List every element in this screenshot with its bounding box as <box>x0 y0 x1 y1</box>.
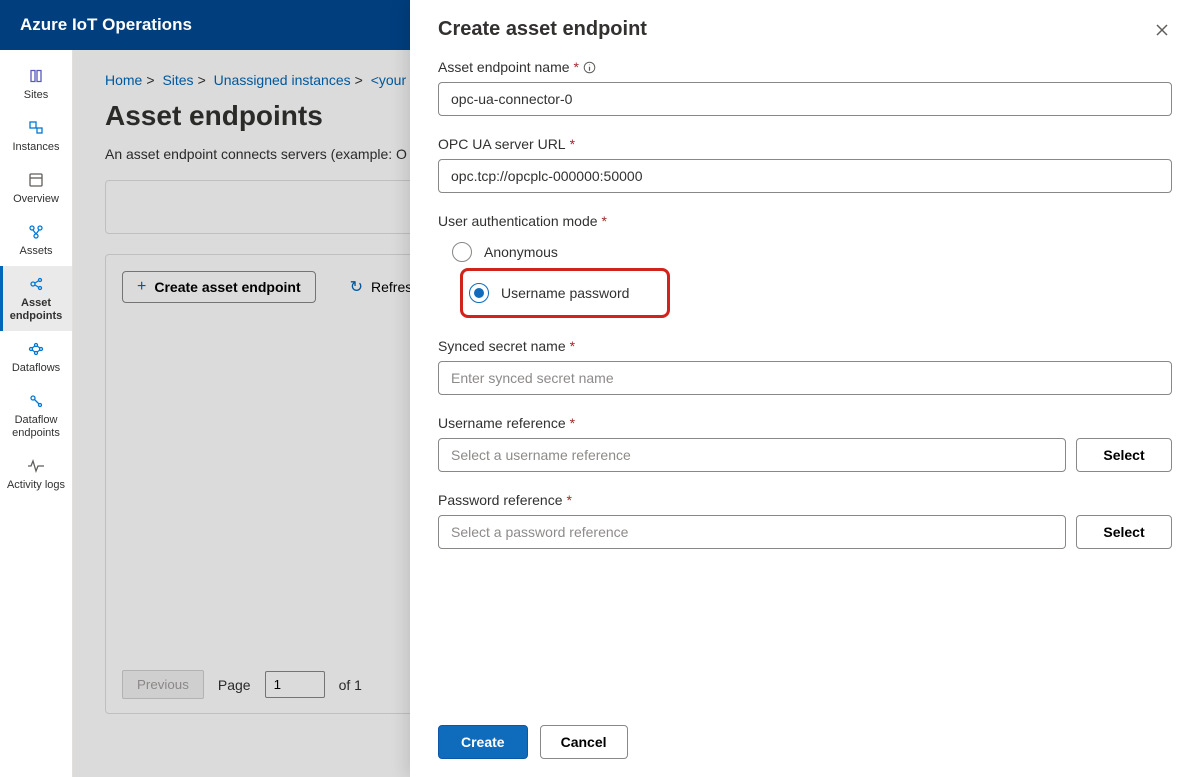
page-label: Page <box>218 677 251 693</box>
sidebar-item-asset-endpoints[interactable]: Asset endpoints <box>0 266 72 331</box>
overview-icon <box>27 171 45 189</box>
page-of-label: of 1 <box>339 677 362 693</box>
secret-name-label: Synced secret name * <box>438 338 1172 354</box>
sidebar-item-overview[interactable]: Overview <box>0 162 72 214</box>
sidebar-item-instances[interactable]: Instances <box>0 110 72 162</box>
auth-mode-group: Anonymous Username password <box>438 236 1172 318</box>
sidebar-item-dataflows[interactable]: Dataflows <box>0 331 72 383</box>
endpoint-name-label: Asset endpoint name * <box>438 59 1172 75</box>
radio-icon <box>469 283 489 303</box>
username-password-highlight: Username password <box>460 268 670 318</box>
auth-mode-username-password[interactable]: Username password <box>463 277 661 309</box>
radio-icon <box>452 242 472 262</box>
left-nav: Sites Instances Overview Assets <box>0 50 73 777</box>
sidebar-item-label: Dataflow endpoints <box>0 414 72 440</box>
secret-name-input[interactable] <box>438 361 1172 395</box>
sidebar-item-dataflow-endpoints[interactable]: Dataflow endpoints <box>0 383 72 448</box>
create-button[interactable]: Create <box>438 725 528 759</box>
sidebar-item-label: Overview <box>13 193 59 206</box>
create-button-label: Create asset endpoint <box>154 279 300 295</box>
server-url-label: OPC UA server URL * <box>438 136 1172 152</box>
endpoint-name-input[interactable] <box>438 82 1172 116</box>
sidebar-item-activity-logs[interactable]: Activity logs <box>0 448 72 500</box>
refresh-icon: ↻ <box>350 277 363 297</box>
breadcrumb-item[interactable]: Unassigned instances <box>214 72 351 88</box>
activity-logs-icon <box>27 457 45 475</box>
cancel-button[interactable]: Cancel <box>540 725 628 759</box>
auth-mode-anonymous[interactable]: Anonymous <box>452 236 1172 268</box>
close-icon[interactable] <box>1152 20 1172 40</box>
panel-footer: Create Cancel <box>410 709 1200 777</box>
sidebar-item-sites[interactable]: Sites <box>0 58 72 110</box>
assets-icon <box>27 223 45 241</box>
sidebar-item-label: Instances <box>12 141 59 154</box>
book-icon <box>27 67 45 85</box>
app-title: Azure IoT Operations <box>20 15 192 35</box>
username-ref-input[interactable] <box>438 438 1066 472</box>
breadcrumb-item[interactable]: Home <box>105 72 142 88</box>
previous-button[interactable]: Previous <box>122 670 204 699</box>
create-asset-endpoint-panel: Create asset endpoint Asset endpoint nam… <box>410 0 1200 777</box>
radio-label: Anonymous <box>484 244 558 260</box>
server-url-input[interactable] <box>438 159 1172 193</box>
auth-mode-label: User authentication mode * <box>438 213 1172 229</box>
username-ref-select-button[interactable]: Select <box>1076 438 1172 472</box>
breadcrumb-item[interactable]: Sites <box>162 72 193 88</box>
sidebar-item-label: Dataflows <box>12 362 60 375</box>
page-number-input[interactable] <box>265 671 325 698</box>
panel-title: Create asset endpoint <box>438 18 647 41</box>
dataflows-icon <box>27 340 45 358</box>
radio-label: Username password <box>501 285 629 301</box>
dataflow-endpoints-icon <box>27 392 45 410</box>
sidebar-item-label: Assets <box>19 245 52 258</box>
info-icon[interactable] <box>583 60 597 74</box>
sidebar-item-label: Sites <box>24 89 48 102</box>
password-ref-label: Password reference * <box>438 492 1172 508</box>
instances-icon <box>27 119 45 137</box>
password-ref-select-button[interactable]: Select <box>1076 515 1172 549</box>
asset-endpoints-icon <box>27 275 45 293</box>
password-ref-input[interactable] <box>438 515 1066 549</box>
plus-icon: + <box>137 279 146 295</box>
create-asset-endpoint-button[interactable]: + Create asset endpoint <box>122 271 316 303</box>
sidebar-item-assets[interactable]: Assets <box>0 214 72 266</box>
sidebar-item-label: Asset endpoints <box>0 297 72 323</box>
username-ref-label: Username reference * <box>438 415 1172 431</box>
sidebar-item-label: Activity logs <box>7 479 65 492</box>
